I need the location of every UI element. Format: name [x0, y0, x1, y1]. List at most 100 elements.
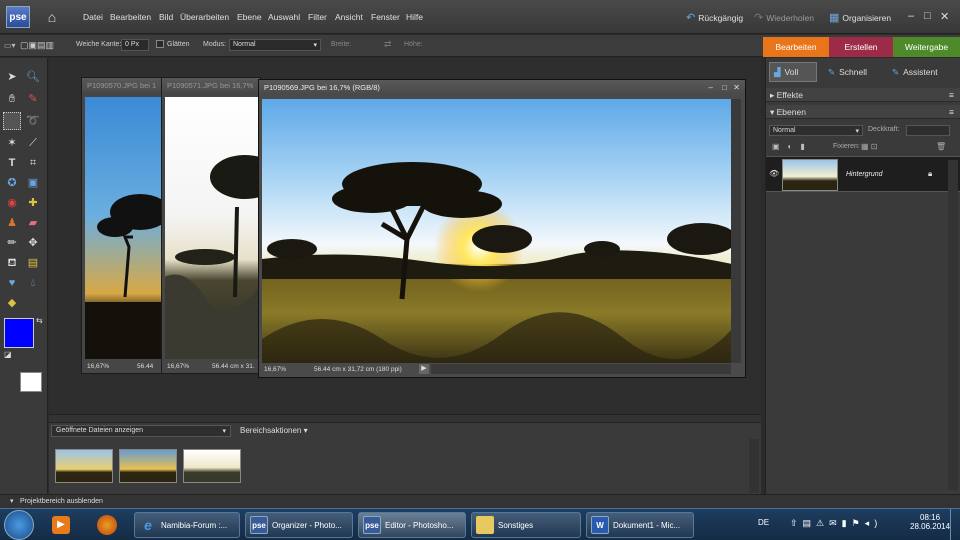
bin-scrollbar[interactable]	[749, 439, 759, 493]
language-indicator[interactable]: DE	[758, 518, 769, 527]
mode-select[interactable]: Normal ▾	[229, 39, 321, 51]
doc-maximize-icon[interactable]: □	[722, 83, 727, 92]
undo-button[interactable]: ↶ Rückgängig	[686, 11, 743, 24]
eyedropper-tool-icon[interactable]: ✎	[24, 90, 42, 108]
firefox-icon[interactable]	[88, 512, 126, 538]
default-colors-icon[interactable]: ◪	[4, 350, 12, 359]
hand-tool-icon[interactable]: ✋︎	[3, 90, 21, 108]
document-window-3[interactable]: P1090569.JPG bei 16,7% (RGB/8) – □ ✕ 16,…	[258, 79, 746, 378]
tab-create[interactable]: Erstellen	[829, 37, 893, 57]
tab-guided-edit[interactable]: ✎ Assistent	[888, 62, 954, 82]
organizer-button[interactable]: ▦ Organisieren	[829, 11, 891, 24]
redo-button[interactable]: ↷ Wiederholen	[754, 11, 814, 24]
start-button[interactable]	[4, 510, 34, 540]
document-3-hscrollbar[interactable]	[431, 364, 731, 374]
menu-bild[interactable]: Bild	[159, 12, 173, 22]
tab-full-edit[interactable]: ▟ Voll	[769, 62, 817, 82]
gradient-tool-icon[interactable]: ▤	[24, 254, 42, 272]
swap-colors-icon[interactable]: ⇆	[36, 316, 43, 325]
task-namibia-forum[interactable]: e Namibia-Forum :...	[134, 512, 240, 538]
media-player-icon[interactable]: ▶	[42, 512, 80, 538]
lasso-tool-icon[interactable]: ➰	[24, 112, 42, 130]
marquee-tool-icon[interactable]	[3, 112, 21, 130]
project-bin-divider[interactable]	[49, 414, 761, 422]
menu-ueberarbeiten[interactable]: Überarbeiten	[180, 12, 229, 22]
move-tool-icon[interactable]: ➤	[3, 68, 21, 86]
tray-icons[interactable]: ⇧▤⚠✉▮⚑◂)	[790, 518, 882, 529]
tool-preset-icon[interactable]: ▭▾	[4, 41, 16, 50]
tab-quick-edit[interactable]: ✎ Schnell	[824, 62, 882, 82]
effects-panel-header[interactable]: ▸ Effekte ≡	[766, 88, 960, 102]
app-window: pse ⌂ Datei Bearbeiten Bild Überarbeiten…	[0, 0, 960, 540]
status-menu-arrow-icon[interactable]: ▶	[419, 364, 429, 374]
magic-wand-tool-icon[interactable]: ✶	[3, 134, 21, 152]
task-sonstiges[interactable]: Sonstiges	[471, 512, 581, 538]
bin-show-dropdown[interactable]: Geöffnete Dateien anzeigen ▾	[51, 425, 231, 437]
layer-row-background[interactable]: 👁︎ Hintergrund 🔒︎	[766, 156, 960, 192]
tab-share[interactable]: Weitergabe	[893, 37, 960, 57]
bin-thumbnail-3[interactable]	[183, 449, 241, 483]
stamp-tool-icon[interactable]: ♟	[3, 214, 21, 232]
menu-ansicht[interactable]: Ansicht	[335, 12, 363, 22]
document-1-image	[85, 97, 161, 359]
document-1-zoom: 16,67%	[87, 363, 110, 370]
bin-toggle-icon[interactable]: ▾	[10, 497, 14, 505]
layer-visibility-icon[interactable]: 👁︎	[769, 169, 779, 178]
recompose-tool-icon[interactable]: ▣	[24, 174, 42, 192]
zoom-tool-icon[interactable]: 🔍︎	[24, 68, 42, 86]
tab-edit[interactable]: Bearbeiten	[763, 37, 829, 57]
bin-thumbnail-2[interactable]	[119, 449, 177, 483]
document-window-2[interactable]: P1090571.JPG bei 16,7% 16,67% 56.44 cm x…	[161, 77, 261, 374]
minimize-icon[interactable]: –	[908, 10, 914, 22]
feather-input[interactable]: 0 Px	[121, 39, 149, 51]
eraser-tool-icon[interactable]: ▰	[24, 214, 42, 232]
doc-minimize-icon[interactable]: –	[709, 83, 713, 92]
crop-tool-icon[interactable]: ⌗	[24, 154, 42, 172]
type-tool-icon[interactable]: T	[3, 154, 21, 172]
paint-bucket-tool-icon[interactable]: ⛾	[3, 254, 21, 272]
layers-scrollbar[interactable]	[948, 160, 958, 490]
background-color-swatch[interactable]	[20, 372, 42, 392]
antialias-checkbox[interactable]	[156, 40, 164, 48]
hide-bin-label[interactable]: Projektbereich ausblenden	[20, 498, 103, 505]
menu-filter[interactable]: Filter	[308, 12, 327, 22]
doc-close-icon[interactable]: ✕	[733, 83, 740, 92]
brush-tool-icon[interactable]: ✏	[3, 234, 21, 252]
selection-mode-icons[interactable]: ▢▣▤▥	[20, 40, 54, 51]
menu-datei[interactable]: Datei	[83, 12, 103, 22]
sponge-tool-icon[interactable]: ◆	[3, 294, 21, 312]
task-dokument1[interactable]: W Dokument1 - Mic...	[586, 512, 694, 538]
close-icon[interactable]: ✕	[940, 10, 949, 23]
document-3-vscrollbar[interactable]	[731, 99, 741, 363]
custom-shape-tool-icon[interactable]: ♥	[3, 274, 21, 292]
menu-auswahl[interactable]: Auswahl	[268, 12, 300, 22]
trash-icon[interactable]: 🗑︎	[936, 142, 946, 151]
menu-bearbeiten[interactable]: Bearbeiten	[110, 12, 151, 22]
lock-icons[interactable]: ▦ ⊡	[861, 142, 877, 151]
task-organizer[interactable]: pse Organizer - Photo...	[245, 512, 353, 538]
layer-action-icons[interactable]: ▣◐▮	[772, 142, 813, 151]
menu-fenster[interactable]: Fenster	[371, 12, 400, 22]
healing-brush-tool-icon[interactable]: ✚	[24, 194, 42, 212]
layers-menu-icon[interactable]: ≡	[949, 105, 960, 119]
smart-brush-tool-icon[interactable]: ✥	[24, 234, 42, 252]
blend-mode-select[interactable]: Normal ▾	[769, 125, 863, 136]
bin-actions-menu[interactable]: Bereichsaktionen ▾	[240, 426, 308, 435]
menu-ebene[interactable]: Ebene	[237, 12, 262, 22]
red-eye-tool-icon[interactable]: ◉	[3, 194, 21, 212]
task-editor[interactable]: pse Editor - Photosho...	[358, 512, 466, 538]
clock[interactable]: 08:16 28.06.2014	[910, 513, 950, 531]
foreground-color-swatch[interactable]	[4, 318, 34, 348]
quick-selection-tool-icon[interactable]: ⟋	[24, 134, 42, 152]
panel-menu-icon[interactable]: ≡	[949, 88, 960, 102]
maximize-icon[interactable]: □	[924, 10, 931, 22]
show-desktop-button[interactable]	[950, 509, 960, 540]
document-window-1[interactable]: P1090570.JPG bei 1 16,67% 56.44	[81, 77, 163, 374]
bin-thumbnail-1[interactable]	[55, 449, 113, 483]
opacity-input[interactable]	[906, 125, 950, 136]
layers-panel-header[interactable]: ▾ Ebenen ≡	[766, 105, 960, 119]
shape-tool-icon[interactable]: ✪	[3, 174, 21, 192]
blur-tool-icon[interactable]: 💧︎	[24, 274, 42, 292]
home-icon[interactable]: ⌂	[42, 8, 62, 26]
menu-hilfe[interactable]: Hilfe	[406, 12, 423, 22]
